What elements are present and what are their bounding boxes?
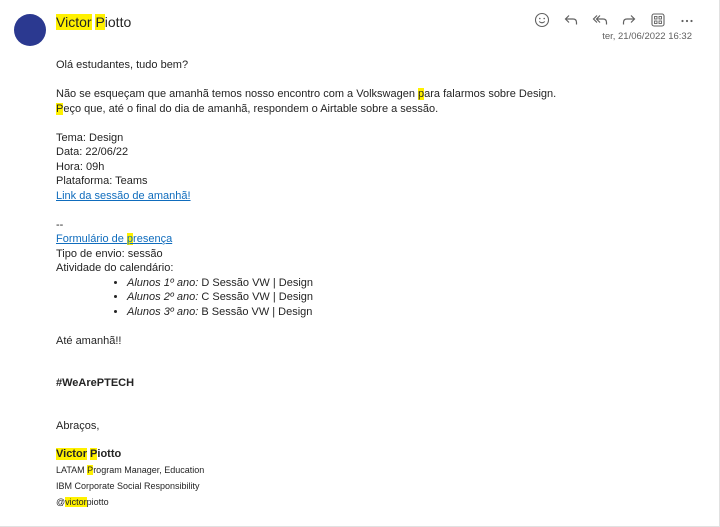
text-segment: rogram Manager, Education: [93, 464, 205, 475]
forward-icon: [622, 15, 636, 25]
text-segment: Não se esqueçam que amanhã temos nosso e…: [56, 88, 418, 100]
send-type-line: Tipo de envio: sessão: [56, 247, 163, 260]
text-segment: iotto: [97, 448, 122, 460]
apps-button[interactable]: [648, 10, 668, 30]
text-segment: ara falarmos sobre Design.: [424, 88, 557, 100]
emoji-button[interactable]: [532, 10, 552, 30]
message-toolbar: [532, 10, 706, 30]
signature-handle: @victorpiotto: [56, 494, 676, 510]
list-item: Alunos 3º ano: B Sessão VW | Design: [127, 305, 676, 320]
sign-off: Abraços,: [56, 419, 100, 432]
sender-last-rest: iotto: [104, 14, 132, 30]
message-timestamp: ter, 21/06/2022 16:32: [602, 31, 692, 42]
message-body: Olá estudantes, tudo bem? Não se esqueça…: [56, 58, 676, 510]
text-segment: resença: [133, 233, 173, 245]
greeting: Olá estudantes, tudo bem?: [56, 59, 189, 71]
sender-last-initial: P: [95, 14, 105, 30]
paragraph-line-1: Não se esqueçam que amanhã temos nosso e…: [56, 87, 676, 102]
date-line: Data: 22/06/22: [56, 146, 129, 158]
list-item: Alunos 1º ano: D Sessão VW | Design: [127, 276, 676, 291]
signature-org: IBM Corporate Social Responsibility: [56, 480, 200, 491]
text-segment: Formulário de: [56, 233, 127, 245]
sender-first-name: Victor: [56, 14, 92, 30]
more-options-button[interactable]: [677, 10, 697, 30]
text-segment: @: [56, 496, 66, 507]
calendar-activity-line: Atividade do calendário:: [56, 262, 174, 274]
item-text: D Sessão VW | Design: [198, 276, 314, 289]
session-link[interactable]: Link da sessão de amanhã!: [56, 190, 191, 202]
attendance-form-link[interactable]: Formulário de presença: [56, 233, 172, 245]
sender-name[interactable]: Victor Piotto: [56, 13, 131, 31]
separator-dashes: --: [56, 218, 64, 231]
forward-button[interactable]: [619, 10, 639, 30]
emoji-icon: [534, 12, 550, 28]
item-label: Alunos 1º ano:: [127, 276, 199, 289]
item-text: C Sessão VW | Design: [198, 291, 314, 303]
topic-line: Tema: Design: [56, 131, 124, 144]
paragraph-line-2: Peço que, até o final do dia de amanhã, …: [56, 102, 676, 117]
reply-icon: [564, 15, 578, 25]
highlight: Victor: [56, 448, 87, 460]
activity-list: Alunos 1º ano: D Sessão VW | Design Alun…: [56, 276, 676, 320]
session-link-line: Link da sessão de amanhã!: [56, 189, 676, 204]
avatar[interactable]: [14, 14, 46, 46]
reply-button[interactable]: [561, 10, 581, 30]
signature-role: LATAM Program Manager, Education: [56, 462, 676, 478]
item-text: B Sessão VW | Design: [198, 305, 313, 318]
text-segment: LATAM: [56, 464, 88, 475]
apps-icon: [651, 13, 665, 27]
closing-line: Até amanhã!!: [56, 334, 122, 347]
item-label: Alunos 2º ano:: [127, 291, 199, 303]
text-segment: eço que, até o final do dia de amanhã, r…: [63, 102, 439, 115]
time-line: Hora: 09h: [56, 160, 105, 173]
highlight: victor: [65, 496, 87, 507]
signature-name: Victor Piotto: [56, 447, 676, 462]
hashtag: #WeArePTECH: [56, 377, 135, 389]
platform-line: Plataforma: Teams: [56, 175, 148, 187]
item-label: Alunos 3º ano:: [127, 305, 199, 318]
text-segment: piotto: [86, 496, 109, 507]
list-item: Alunos 2º ano: C Sessão VW | Design: [127, 290, 676, 305]
reply-all-button[interactable]: [590, 10, 610, 30]
reply-all-icon: [592, 15, 608, 25]
more-icon: [681, 19, 693, 23]
form-link-line: Formulário de presença: [56, 232, 676, 247]
